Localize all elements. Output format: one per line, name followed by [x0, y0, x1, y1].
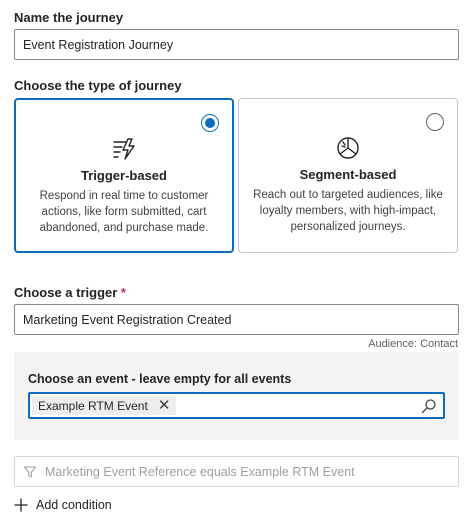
event-picker-input[interactable]: Example RTM Event ✕	[28, 392, 445, 419]
journey-name-label: Name the journey	[14, 10, 124, 25]
event-label: Choose an event - leave empty for all ev…	[28, 372, 292, 386]
required-indicator: *	[120, 285, 126, 300]
segment-based-description: Reach out to targeted audiences, like lo…	[253, 189, 443, 233]
segment-based-card[interactable]: Segment-based Reach out to targeted audi…	[238, 98, 458, 253]
filter-icon	[23, 465, 37, 478]
event-chip-label: Example RTM Event	[38, 398, 148, 413]
add-condition-button[interactable]: Add condition	[14, 498, 112, 512]
trigger-based-description: Respond in real time to customer actions…	[39, 190, 209, 234]
event-chip: Example RTM Event ✕	[32, 396, 177, 415]
trigger-label-text: Choose a trigger	[14, 285, 118, 300]
trigger-based-radio[interactable]	[201, 114, 219, 132]
search-icon[interactable]	[421, 398, 437, 414]
plus-icon	[14, 498, 28, 512]
journey-type-label: Choose the type of journey	[14, 78, 182, 93]
condition-row[interactable]: Marketing Event Reference equals Example…	[14, 456, 459, 487]
segment-based-radio[interactable]	[426, 113, 444, 131]
add-condition-label: Add condition	[36, 498, 112, 512]
segment-based-title: Segment-based	[299, 167, 397, 182]
event-panel: Choose an event - leave empty for all ev…	[14, 352, 459, 440]
chip-remove-icon[interactable]: ✕	[158, 398, 171, 413]
trigger-based-card[interactable]: Trigger-based Respond in real time to cu…	[14, 98, 234, 253]
audience-text: Audience: Contact	[368, 338, 458, 350]
trigger-icon	[113, 138, 135, 160]
trigger-label: Choose a trigger *	[14, 285, 126, 300]
segment-pie-icon	[337, 137, 359, 159]
trigger-based-title: Trigger-based	[81, 168, 167, 183]
condition-text: Marketing Event Reference equals Example…	[45, 464, 355, 479]
journey-name-input[interactable]: Event Registration Journey	[14, 29, 459, 60]
trigger-input[interactable]: Marketing Event Registration Created	[14, 304, 459, 335]
